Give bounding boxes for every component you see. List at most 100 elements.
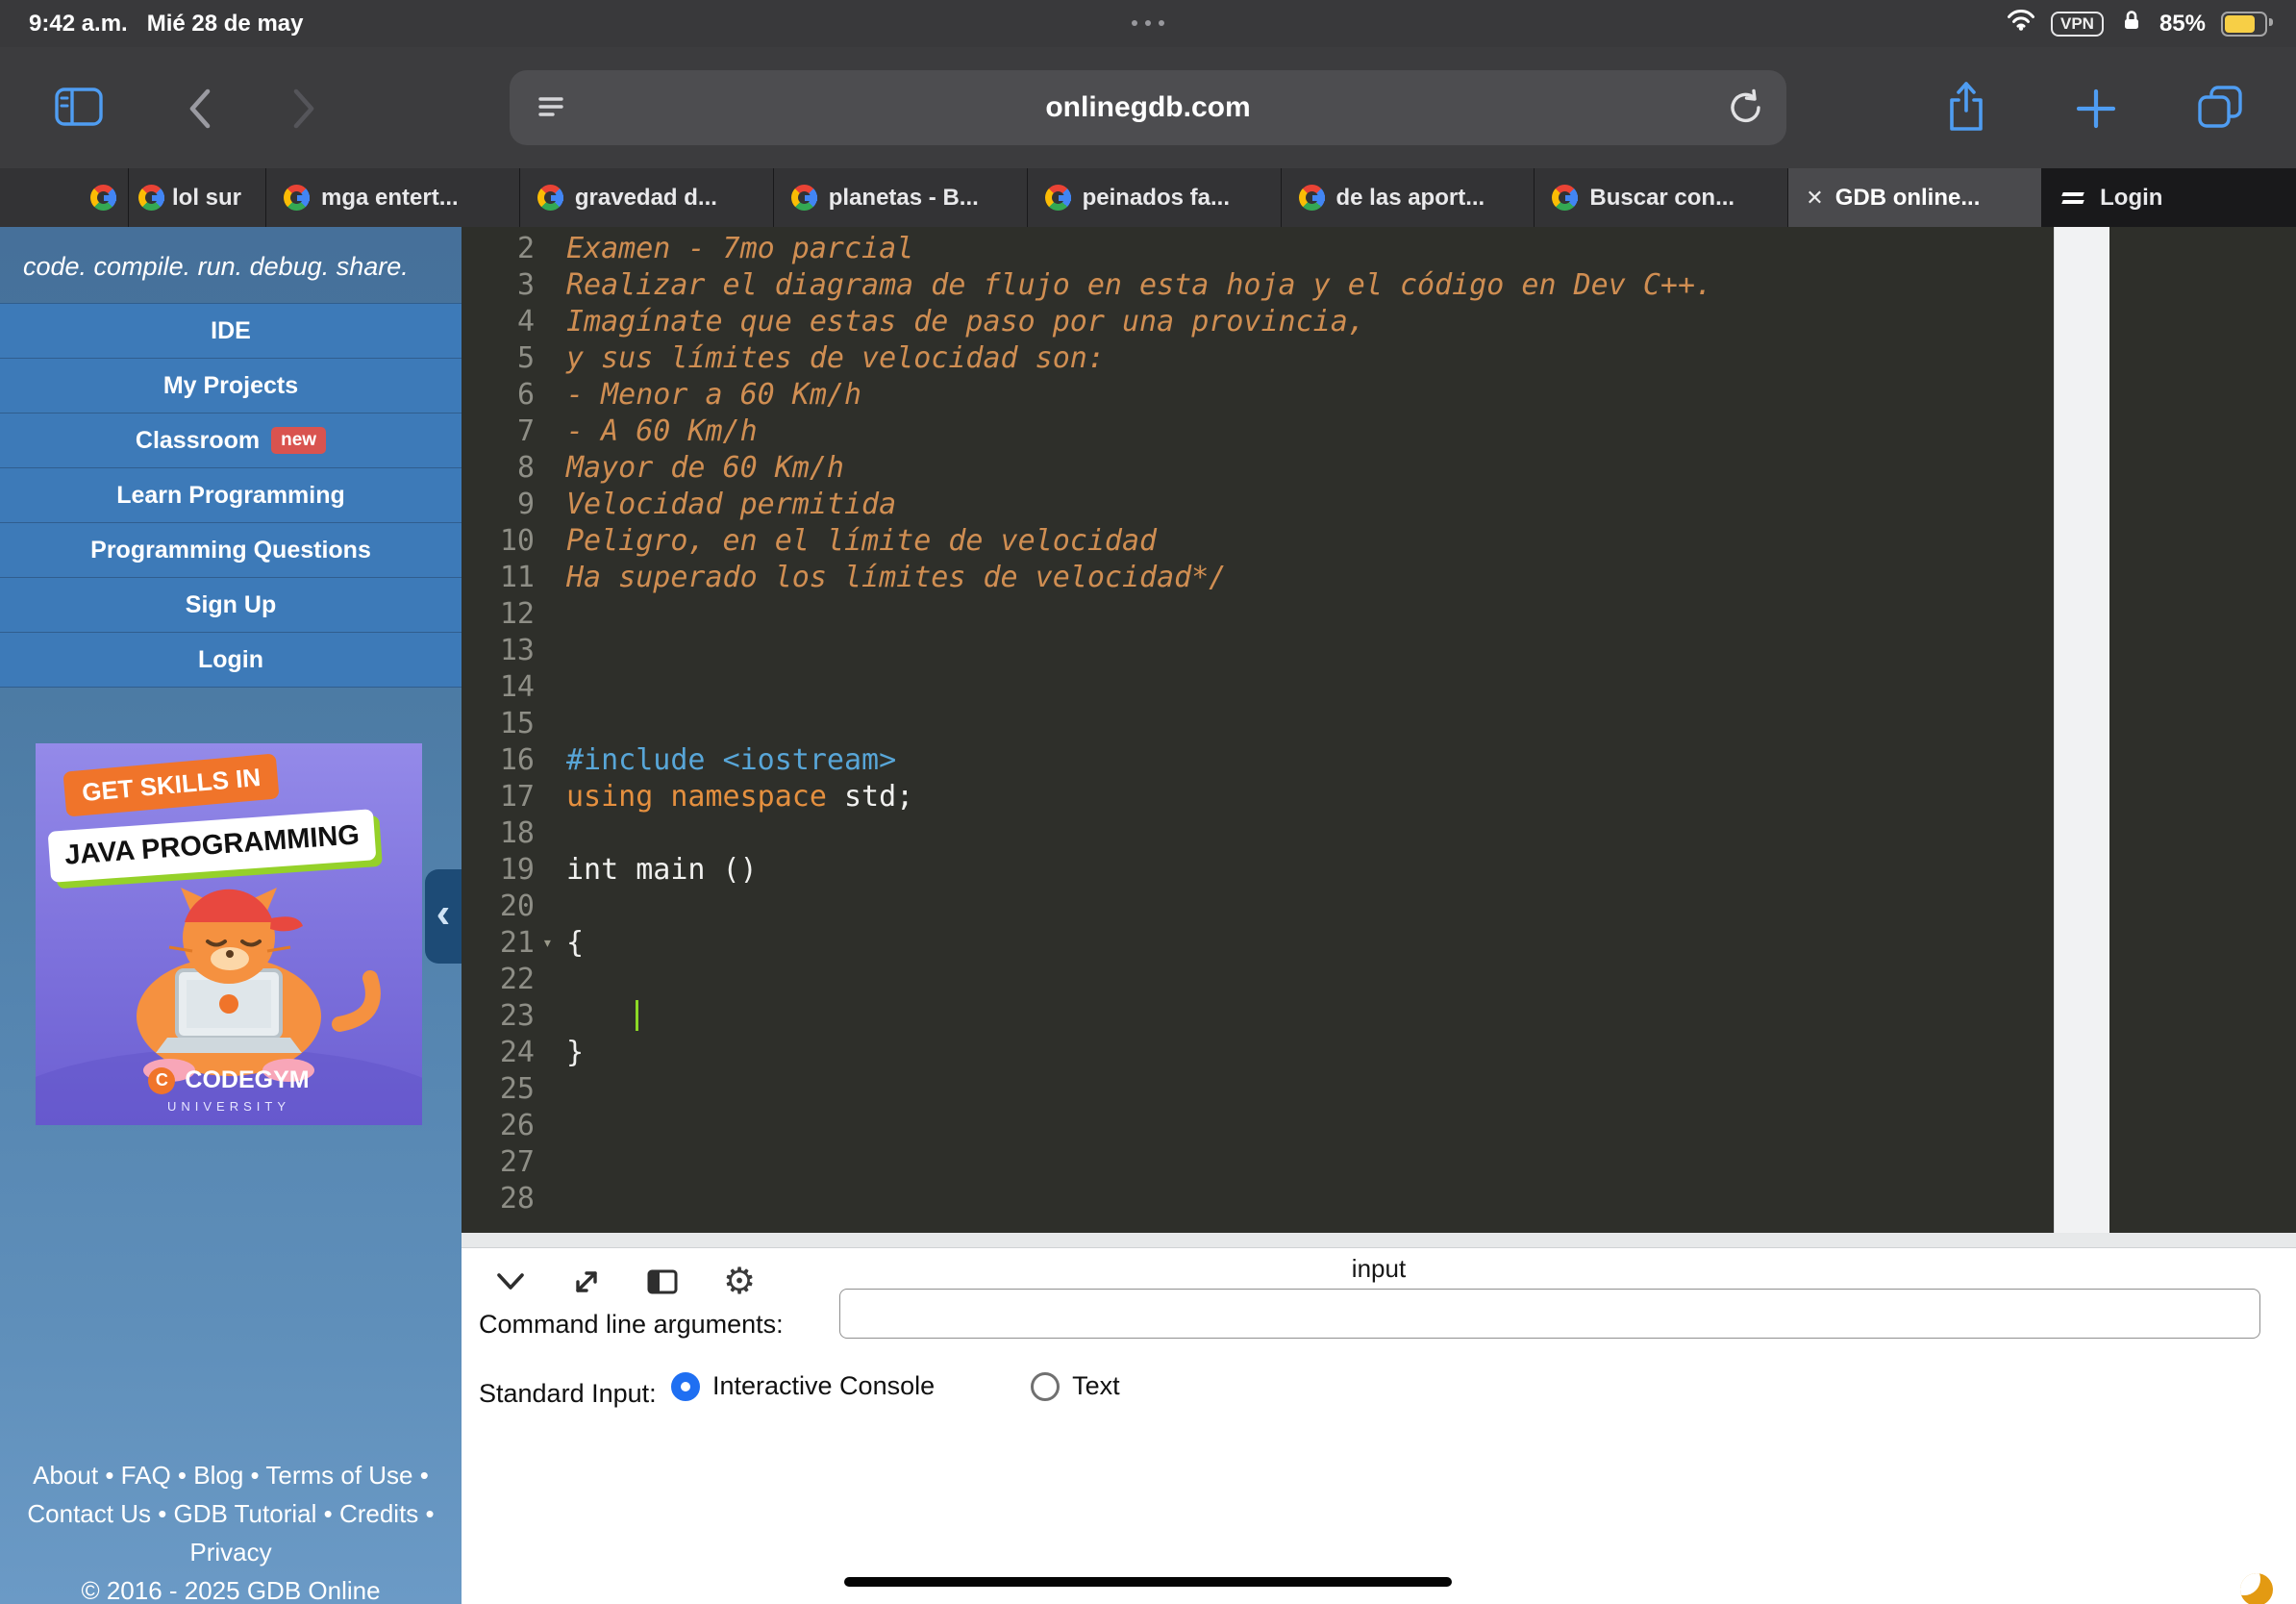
command-line-arguments-input[interactable] <box>839 1289 2260 1339</box>
line-number: 24 <box>462 1035 535 1071</box>
stdin-options: Interactive Console Text <box>671 1371 1216 1401</box>
text-cursor <box>636 1000 638 1031</box>
page-settings-icon[interactable] <box>535 92 567 131</box>
codegym-brand-subtitle: UNIVERSITY <box>36 1099 422 1114</box>
line-number: 3 <box>462 267 535 304</box>
google-favicon <box>537 185 563 211</box>
radio-selected-icon[interactable] <box>671 1372 700 1401</box>
browser-tab-login[interactable]: Login <box>2042 168 2296 227</box>
footer-link-gdb-tutorial[interactable]: GDB Tutorial <box>174 1499 317 1528</box>
code-line: 6- Menor a 60 Km/h <box>462 377 2296 414</box>
new-tab-icon[interactable] <box>2075 88 2117 135</box>
radio-unselected-icon[interactable] <box>1031 1372 1060 1401</box>
back-icon[interactable] <box>183 86 215 137</box>
footer-link-faq[interactable]: FAQ <box>121 1461 171 1490</box>
code-line: 16 #include <iostream> <box>462 742 2296 779</box>
sidebar: code. compile. run. debug. share. IDEMy … <box>0 227 462 1604</box>
codegym-brand: C CODEGYM <box>36 1066 422 1094</box>
line-number: 17 <box>462 779 535 815</box>
code-text <box>566 998 638 1035</box>
menu-item-label: My Projects <box>163 372 298 400</box>
line-number: 15 <box>462 706 535 742</box>
codegym-brand-name: CODEGYM <box>185 1066 309 1094</box>
address-bar[interactable]: onlinegdb.com <box>510 70 1786 145</box>
radio-label: Text <box>1072 1371 1120 1401</box>
google-favicon <box>284 185 310 211</box>
share-icon[interactable] <box>1944 80 1988 138</box>
sidebar-item-learn-programming[interactable]: Learn Programming <box>0 468 462 523</box>
line-number: 7 <box>462 414 535 450</box>
code-line: 18 <box>462 815 2296 852</box>
code-line: 2Examen - 7mo parcial <box>462 231 2296 267</box>
code-text: Mayor de 60 Km/h <box>566 450 844 487</box>
browser-tab-planetas-b[interactable]: planetas - B... <box>774 168 1028 227</box>
footer-link-privacy[interactable]: Privacy <box>189 1538 271 1566</box>
browser-tab-mga-entert[interactable]: mga entert... <box>266 168 520 227</box>
line-number: 26 <box>462 1108 535 1144</box>
code-line: 17using namespace std; <box>462 779 2296 815</box>
sidebar-item-programming-questions[interactable]: Programming Questions <box>0 523 462 578</box>
forward-icon[interactable] <box>288 86 321 137</box>
close-tab-icon[interactable] <box>1806 188 1823 209</box>
codegym-ad[interactable]: GET SKILLS IN JAVA PROGRAMMING <box>36 743 422 1125</box>
line-number: 16 <box>462 742 535 779</box>
code-text: - A 60 Km/h <box>566 414 758 450</box>
sidebar-toggle-icon[interactable] <box>54 86 104 133</box>
line-number: 8 <box>462 450 535 487</box>
code-editor[interactable]: 2Examen - 7mo parcial3Realizar el diagra… <box>462 227 2296 1233</box>
footer-link-credits[interactable]: Credits <box>339 1499 418 1528</box>
wifi-icon <box>2007 9 2035 38</box>
code-line: 10Peligro, en el límite de velocidad <box>462 523 2296 560</box>
code-text: Peligro, en el límite de velocidad <box>566 523 1157 560</box>
expand-panel-icon[interactable] <box>571 1266 602 1297</box>
tab-title: planetas - B... <box>829 185 979 212</box>
code-line: 11Ha superado los límites de velocidad*/ <box>462 560 2296 596</box>
code-text: #include <iostream> <box>566 742 896 779</box>
browser-tab-buscar-con[interactable]: Buscar con... <box>1535 168 1788 227</box>
fold-marker[interactable]: ▾ <box>542 925 553 962</box>
code-line: 4Imagínate que estas de paso por una pro… <box>462 304 2296 340</box>
tab-title: de las aport... <box>1336 185 1485 212</box>
footer-link-contact-us[interactable]: Contact Us <box>27 1499 151 1528</box>
footer-link-blog[interactable]: Blog <box>193 1461 243 1490</box>
browser-tab-lol-sur[interactable]: lol sur <box>129 168 266 227</box>
standard-input-label: Standard Input: <box>479 1379 657 1409</box>
login-tab-favicon <box>2059 188 2088 208</box>
battery-icon <box>2221 12 2267 37</box>
sidebar-collapse-handle[interactable] <box>425 869 462 964</box>
code-line: 8 Mayor de 60 Km/h <box>462 450 2296 487</box>
browser-tab-gdb-online[interactable]: GDB online... <box>1788 168 2042 227</box>
tab-title: mga entert... <box>321 185 459 212</box>
sidebar-item-my-projects[interactable]: My Projects <box>0 359 462 414</box>
editor-scrollbar[interactable] <box>2054 227 2109 1233</box>
footer-link-about[interactable]: About <box>33 1461 98 1490</box>
sidebar-item-login[interactable]: Login <box>0 633 462 688</box>
stdin-option-interactive-console[interactable]: Interactive Console <box>671 1371 935 1401</box>
stdin-option-text[interactable]: Text <box>1031 1371 1120 1401</box>
panel-splitter[interactable] <box>462 1233 2296 1248</box>
home-indicator[interactable] <box>844 1577 1452 1587</box>
sidebar-item-sign-up[interactable]: Sign Up <box>0 578 462 633</box>
io-panel: input Command line arguments: Standard I… <box>462 1233 2296 1604</box>
gear-icon[interactable] <box>723 1264 756 1300</box>
ad-headline: GET SKILLS IN <box>62 753 280 816</box>
tab-title: Login <box>2100 185 2162 212</box>
line-number: 13 <box>462 633 535 669</box>
browser-tab-peinados-fa[interactable]: peinados fa... <box>1028 168 1282 227</box>
collapse-panel-icon[interactable] <box>494 1271 527 1292</box>
code-text: { <box>566 925 584 962</box>
reload-icon[interactable] <box>1727 88 1765 135</box>
line-number: 11 <box>462 560 535 596</box>
browser-tab-pinned-0[interactable] <box>0 168 129 227</box>
panel-layout-icon[interactable] <box>646 1268 679 1295</box>
multitasking-dots-icon <box>1132 20 1164 26</box>
browser-tab-gravedad-d[interactable]: gravedad d... <box>520 168 774 227</box>
sidebar-item-ide[interactable]: IDE <box>0 304 462 359</box>
menu-item-label: Sign Up <box>186 591 276 619</box>
footer-link-terms-of-use[interactable]: Terms of Use <box>265 1461 412 1490</box>
sidebar-item-classroom[interactable]: Classroomnew <box>0 414 462 468</box>
browser-tab-de-las-aport[interactable]: de las aport... <box>1282 168 1535 227</box>
code-line: 22 <box>462 962 2296 998</box>
tabs-overview-icon[interactable] <box>2196 84 2244 135</box>
code-line: 19int main () <box>462 852 2296 889</box>
